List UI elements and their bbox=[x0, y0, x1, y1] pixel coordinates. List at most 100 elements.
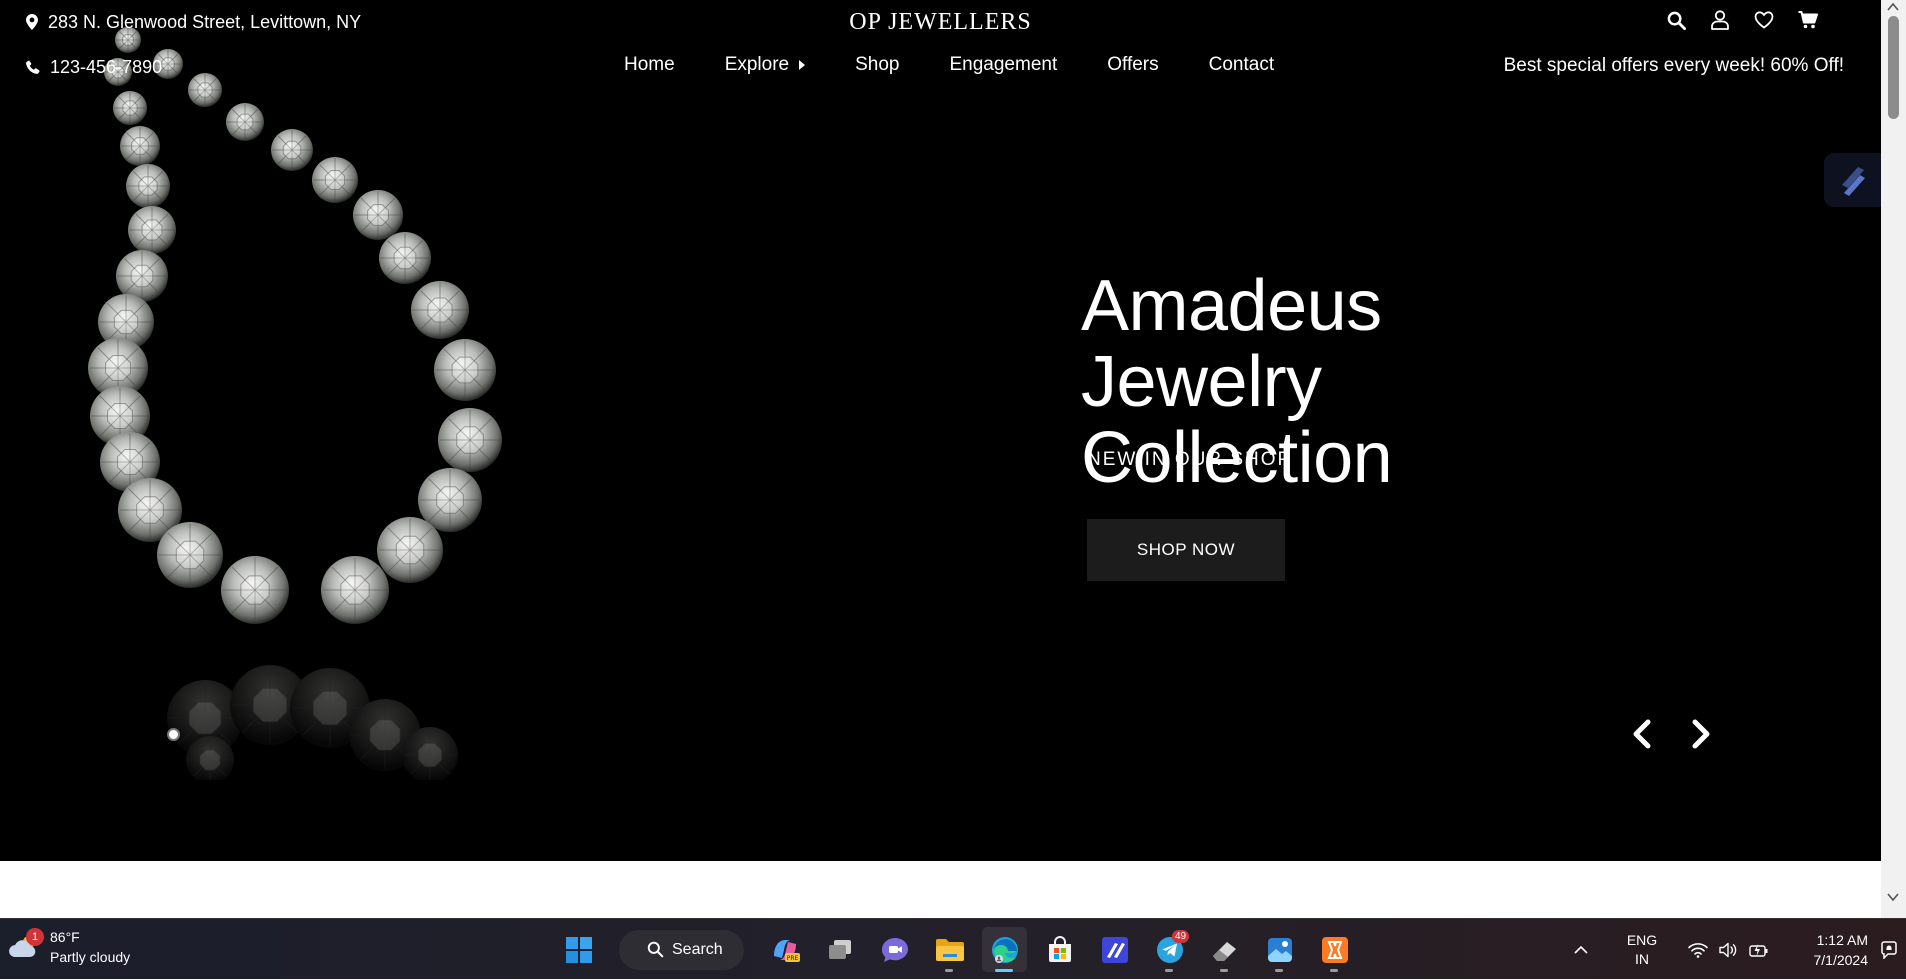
scroll-down-icon[interactable] bbox=[1887, 892, 1899, 902]
windows-taskbar: 1 86°F Partly cloudy Search PRE 49 ENG I… bbox=[0, 918, 1906, 979]
next-arrow-icon[interactable] bbox=[1686, 718, 1714, 750]
diamond-stone bbox=[312, 157, 358, 203]
diamond-stone bbox=[226, 103, 264, 141]
user-icon[interactable] bbox=[1710, 9, 1730, 31]
nav-shop-label: Shop bbox=[855, 54, 900, 75]
nav-offers[interactable]: Offers bbox=[1107, 54, 1158, 76]
hero-slider: 283 N. Glenwood Street, Levittown, NY 12… bbox=[0, 0, 1881, 861]
browser-window: 283 N. Glenwood Street, Levittown, NY 12… bbox=[0, 0, 1906, 918]
diamond-stone bbox=[188, 73, 222, 107]
diamond-stone bbox=[113, 91, 147, 125]
language-code: ENG bbox=[1626, 931, 1658, 948]
brand-logo[interactable]: OP JEWELLERS bbox=[0, 9, 1881, 36]
eraser-icon bbox=[1212, 941, 1236, 961]
nav-engagement-label: Engagement bbox=[949, 54, 1058, 75]
diamond-stone bbox=[411, 281, 469, 339]
store-app[interactable] bbox=[1037, 927, 1082, 972]
heart-icon[interactable] bbox=[1754, 9, 1774, 31]
telegram-app[interactable]: 49 bbox=[1147, 927, 1192, 972]
taskbar-search[interactable]: Search bbox=[619, 929, 744, 970]
start-button[interactable] bbox=[556, 927, 601, 972]
vertical-scrollbar[interactable] bbox=[1881, 0, 1906, 918]
file-explorer-app[interactable] bbox=[927, 927, 972, 972]
copilot-app[interactable]: PRE bbox=[762, 927, 807, 972]
search-icon bbox=[647, 941, 664, 958]
photos-app[interactable] bbox=[1257, 927, 1302, 972]
clock[interactable]: 1:12 AM 7/1/2024 bbox=[1788, 930, 1869, 970]
folder-icon bbox=[935, 938, 964, 961]
promo-text: Best special offers every week! 60% Off! bbox=[1503, 55, 1844, 76]
page-viewport: 283 N. Glenwood Street, Levittown, NY 12… bbox=[0, 0, 1881, 918]
battery-charging-icon[interactable] bbox=[1744, 930, 1774, 970]
edge-icon bbox=[991, 936, 1018, 963]
floating-widget[interactable] bbox=[1824, 153, 1881, 207]
scrollbar-thumb[interactable] bbox=[1888, 16, 1899, 119]
volume-icon[interactable] bbox=[1714, 930, 1744, 970]
weather-desc: Partly cloudy bbox=[50, 949, 131, 965]
copilot-icon: PRE bbox=[773, 939, 800, 962]
active-indicator bbox=[995, 969, 1013, 972]
diamond-stone bbox=[434, 339, 496, 401]
nav-home[interactable]: Home bbox=[624, 54, 675, 76]
telegram-badge: 49 bbox=[1172, 930, 1190, 943]
running-indicator bbox=[1165, 969, 1173, 972]
windows-logo-icon bbox=[565, 936, 592, 963]
scroll-up-icon[interactable] bbox=[1887, 2, 1899, 12]
app-logo-icon bbox=[1101, 936, 1128, 963]
xampp-app[interactable] bbox=[1312, 927, 1357, 972]
nav-offers-label: Offers bbox=[1107, 54, 1159, 75]
diamond-stone bbox=[221, 556, 289, 624]
running-indicator bbox=[1330, 969, 1338, 972]
shop-now-button[interactable]: SHOP NOW bbox=[1087, 519, 1285, 581]
system-tray: ENG IN 1:12 AM 7/1/2024 bbox=[1564, 919, 1906, 980]
show-hidden-icons[interactable] bbox=[1564, 930, 1598, 970]
weather-widget[interactable]: 1 86°F Partly cloudy bbox=[8, 927, 130, 967]
diamond-stone bbox=[128, 206, 176, 254]
slide-dot[interactable] bbox=[167, 728, 180, 741]
running-indicator bbox=[1220, 969, 1228, 972]
page-below-hero bbox=[0, 861, 1881, 918]
nav-explore-label: Explore bbox=[724, 54, 790, 75]
header-actions bbox=[1666, 9, 1818, 31]
phone-text: 123-456-7890 bbox=[50, 56, 163, 77]
language-region: IN bbox=[1635, 950, 1649, 967]
diamond-stone bbox=[271, 129, 313, 171]
hero-subtitle: NEW IN OUR SHOP bbox=[1087, 449, 1293, 470]
running-indicator bbox=[1275, 969, 1283, 972]
diamond-stone bbox=[377, 517, 443, 583]
edge-browser-app[interactable] bbox=[982, 927, 1027, 972]
diamond-stone bbox=[353, 190, 403, 240]
notifications-icon[interactable] bbox=[1872, 930, 1906, 970]
clock-date: 7/1/2024 bbox=[1813, 951, 1869, 968]
svg-text:PRE: PRE bbox=[786, 955, 798, 962]
diamond-stone bbox=[157, 522, 223, 588]
language-indicator[interactable]: ENG IN bbox=[1612, 931, 1672, 969]
diamond-stone bbox=[438, 408, 502, 472]
wifi-icon[interactable] bbox=[1682, 930, 1714, 970]
nav-contact-label: Contact bbox=[1208, 54, 1275, 75]
nav-home-label: Home bbox=[624, 54, 675, 75]
eraser-app[interactable] bbox=[1202, 927, 1247, 972]
nav-contact[interactable]: Contact bbox=[1209, 54, 1274, 76]
weather-temp: 86°F bbox=[50, 929, 80, 945]
meet-app[interactable] bbox=[872, 927, 917, 972]
caret-right-icon bbox=[799, 60, 806, 70]
task-view-app[interactable] bbox=[817, 927, 862, 972]
widget-logo-icon bbox=[1841, 167, 1865, 196]
nav-engagement[interactable]: Engagement bbox=[949, 54, 1057, 76]
search-icon[interactable] bbox=[1666, 9, 1686, 31]
store-phone[interactable]: 123-456-7890 bbox=[26, 55, 162, 79]
nav-shop[interactable]: Shop bbox=[855, 54, 899, 76]
main-nav: Home Explore Shop Engagement Offers Cont… bbox=[624, 54, 1274, 76]
weather-badge: 1 bbox=[26, 928, 44, 946]
xampp-icon bbox=[1321, 936, 1348, 963]
cart-icon[interactable] bbox=[1798, 9, 1818, 31]
taskbar-search-label: Search bbox=[672, 940, 723, 958]
video-chat-icon bbox=[881, 937, 908, 962]
dev-tool-app[interactable] bbox=[1092, 927, 1137, 972]
diamond-stone bbox=[120, 126, 160, 166]
diamond-stone bbox=[126, 164, 170, 208]
prev-arrow-icon[interactable] bbox=[1629, 718, 1657, 750]
phone-icon bbox=[26, 60, 40, 74]
nav-explore[interactable]: Explore bbox=[724, 54, 806, 76]
